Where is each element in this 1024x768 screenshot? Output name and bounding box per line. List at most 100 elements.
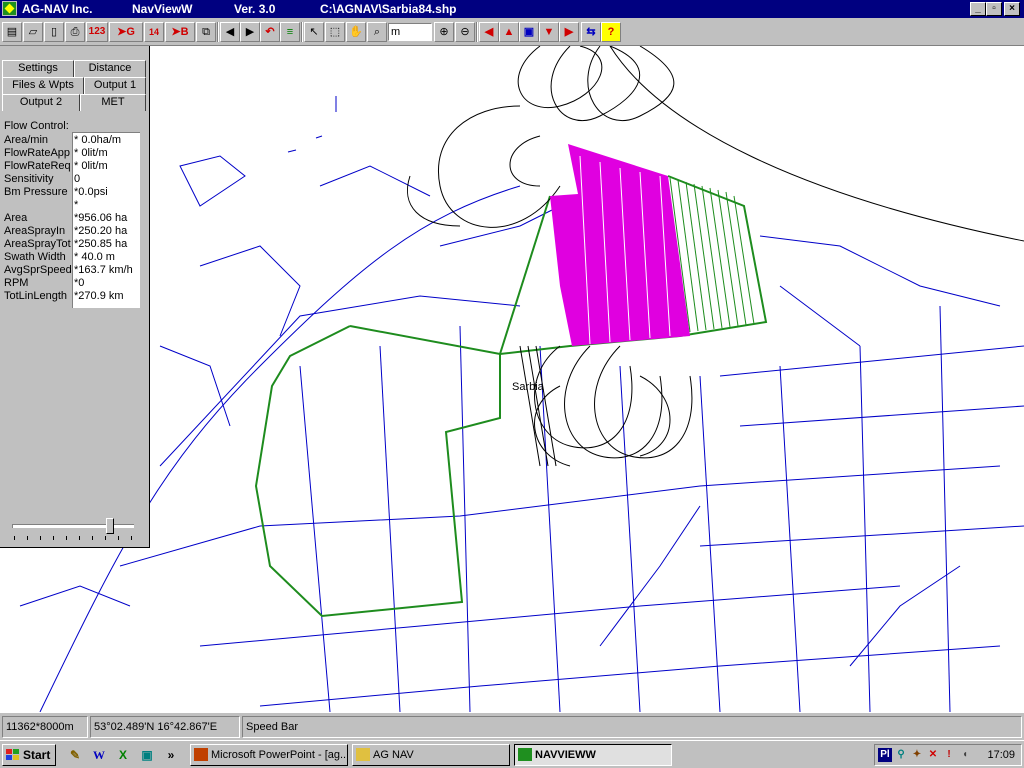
open-folder-icon[interactable]: ▱ (23, 22, 43, 42)
map-canvas[interactable]: Sarbia (0, 46, 1024, 712)
tool-icon[interactable]: ✦ (910, 748, 924, 762)
start-label: Start (23, 748, 51, 762)
tab-output-1[interactable]: Output 1 (84, 77, 146, 94)
grid-button[interactable]: 14 (144, 22, 164, 42)
value-area: *956.06 ha (74, 212, 128, 224)
center-icon[interactable]: ▣ (519, 22, 539, 42)
task-ag-nav-label: AG NAV (373, 749, 414, 761)
minimize-button[interactable]: _ (970, 2, 986, 16)
undo-icon[interactable]: ↶ (260, 22, 280, 42)
swap-icon[interactable]: ⇆ (581, 22, 601, 42)
document-icon[interactable]: ▯ (44, 22, 64, 42)
label-totlinlength: TotLinLength (4, 290, 67, 302)
prev-icon[interactable]: ◀ (220, 22, 240, 42)
speed-slider[interactable] (10, 518, 138, 542)
status-speed-bar: Speed Bar (242, 716, 1022, 738)
label-flowratereq: FlowRateReq (4, 160, 71, 172)
value-flowrateapp: * 0lit/m (74, 147, 108, 159)
value-totlinlength: *270.9 km (74, 290, 124, 302)
value-area-min: * 0.0ha/m (74, 134, 122, 146)
back-label: B (180, 26, 189, 38)
quicklaunch-desktop-icon[interactable]: ▣ (138, 746, 156, 764)
label-rpm: RPM (4, 277, 29, 289)
files-icon[interactable]: ▤ (2, 22, 22, 42)
pan-down-icon[interactable]: ▼ (539, 22, 559, 42)
quicklaunch-excel-icon[interactable]: X (114, 746, 132, 764)
value-sensitivity: 0 (74, 173, 81, 185)
counter-button[interactable]: 123 (86, 22, 108, 42)
value-avgsprspeed: *163.7 km/h (74, 264, 133, 276)
list-icon[interactable]: ≡ (280, 22, 300, 42)
label-area: Area (4, 212, 28, 224)
quicklaunch-word-icon[interactable]: W (90, 746, 108, 764)
value-rpm: *0 (74, 277, 85, 289)
map-svg: Sarbia (19, 46, 1024, 712)
title-app: NavViewW (132, 2, 193, 16)
quicklaunch-pencil-icon[interactable]: ✎ (66, 746, 84, 764)
maximize-button[interactable]: ▫ (986, 2, 1002, 16)
pan-left-icon[interactable]: ◀ (479, 22, 499, 42)
help-icon[interactable]: ? (601, 22, 621, 42)
pan-hand-icon[interactable]: ✋ (346, 22, 366, 42)
label-flowrateapp: FlowRateApp (4, 147, 71, 159)
volume-icon[interactable]: ◖ (958, 748, 972, 762)
pan-right-icon[interactable]: ▶ (559, 22, 579, 42)
pan-up-icon[interactable]: ▲ (499, 22, 519, 42)
quicklaunch-more[interactable]: » (162, 746, 180, 764)
label-areasprayin: AreaSprayIn (4, 225, 66, 237)
windows-logo-icon (6, 749, 20, 761)
label-bm-pressure: Bm Pressure (4, 186, 68, 198)
next-icon[interactable]: ▶ (240, 22, 260, 42)
value-bm-pressure: *0.0psi (74, 186, 108, 198)
tab-files-wpts[interactable]: Files & Wpts (2, 77, 84, 94)
label-sensitivity: Sensitivity (4, 173, 54, 185)
toolbar: ▤ ▱ ▯ ⎙ 123 ➤G 14 ➤B ⧉ ◀ ▶ ↶ ≡ ↖ ⬚ ✋ ⌕ m… (0, 18, 1024, 46)
goto-button[interactable]: ➤G (109, 22, 143, 42)
status-coords: 53°02.489'N 16°42.867'E (90, 716, 240, 738)
values-box: * 0.0ha/m * 0lit/m * 0lit/m 0 *0.0psi * … (72, 132, 140, 308)
task-powerpoint[interactable]: Microsoft PowerPoint - [ag... (190, 744, 348, 766)
slider-thumb[interactable] (106, 518, 114, 534)
tab-distance[interactable]: Distance (74, 60, 146, 77)
title-file: C:\AGNAV\Sarbia84.shp (320, 2, 457, 16)
status-scale: 11362*8000m (2, 716, 88, 738)
task-ag-nav[interactable]: AG NAV (352, 744, 510, 766)
value-flowratereq: * 0lit/m (74, 160, 108, 172)
start-button[interactable]: Start (2, 744, 56, 766)
flow-control-title: Flow Control: (4, 120, 69, 132)
clock: 17:09 (987, 749, 1015, 761)
label-area-min: Area/min (4, 134, 49, 146)
close-button[interactable]: × (1004, 2, 1020, 16)
system-tray: Pl ⚲ ✦ ✕ ! ◖ 17:09 (874, 744, 1022, 766)
tab-output-2[interactable]: Output 2 (2, 94, 80, 111)
alert-icon[interactable]: ! (942, 748, 956, 762)
language-indicator[interactable]: Pl (878, 748, 892, 762)
zoom-out-icon[interactable]: ⊖ (455, 22, 475, 42)
tab-settings[interactable]: Settings (2, 60, 74, 77)
error-icon[interactable]: ✕ (926, 748, 940, 762)
field-boundary (254, 175, 768, 618)
task-powerpoint-label: Microsoft PowerPoint - [ag... (211, 749, 348, 761)
pointer-icon[interactable]: ↖ (304, 22, 324, 42)
tab-met[interactable]: MET (80, 94, 146, 111)
network-icon[interactable]: ⚲ (894, 748, 908, 762)
print-icon[interactable]: ⎙ (65, 22, 85, 42)
value-areasprayin: *250.20 ha (74, 225, 128, 237)
taskbar: Start ✎ W X ▣ » Microsoft PowerPoint - [… (0, 740, 1024, 768)
back-button[interactable]: ➤B (165, 22, 195, 42)
task-navvieww[interactable]: NAVVIEWW (514, 744, 672, 766)
copy-icon[interactable]: ⧉ (196, 22, 216, 42)
app-icon[interactable] (2, 1, 17, 16)
title-bar: AG-NAV Inc. NavViewW Ver. 3.0 C:\AGNAV\S… (0, 0, 1024, 18)
zoom-box-icon[interactable]: ⌕ (367, 22, 387, 42)
title-version: Ver. 3.0 (234, 2, 276, 16)
label-areasprayTot: AreaSprayTot (4, 238, 71, 250)
zoom-input[interactable]: m (388, 23, 432, 41)
label-avgsprspeed: AvgSprSpeed (4, 264, 72, 276)
place-label: Sarbia (512, 381, 545, 393)
control-panel: Settings Distance Files & Wpts Output 1 … (0, 46, 150, 548)
zoom-in-icon[interactable]: ⊕ (434, 22, 454, 42)
goto-label: G (126, 26, 135, 38)
select-area-icon[interactable]: ⬚ (325, 22, 345, 42)
label-swath-width: Swath Width (4, 251, 66, 263)
